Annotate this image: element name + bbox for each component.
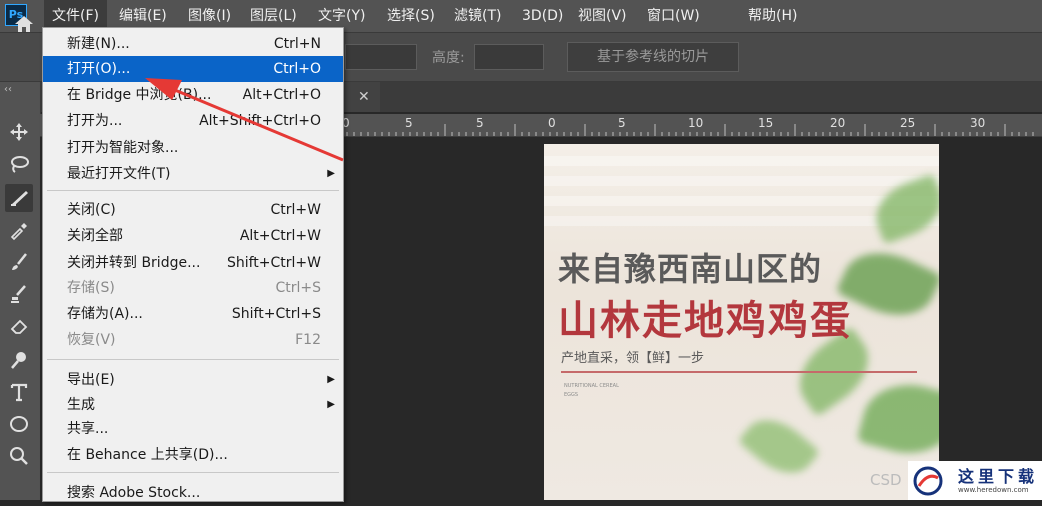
eraser-tool-icon[interactable] — [5, 312, 33, 340]
menu-item-save-as[interactable]: 存储为(A)... Shift+Ctrl+S — [43, 301, 343, 327]
menu-item-open-as-smart-object[interactable]: 打开为智能对象... — [43, 135, 343, 161]
menu-3d[interactable]: 3D(D) — [514, 0, 571, 32]
menu-item-new[interactable]: 新建(N)... Ctrl+N — [43, 31, 343, 57]
watermark-logo-icon — [913, 466, 943, 496]
type-tool-icon[interactable] — [5, 378, 33, 406]
menu-item-export[interactable]: 导出(E) ▶ — [43, 367, 343, 393]
menu-separator — [47, 359, 339, 360]
menu-separator — [47, 472, 339, 473]
submenu-arrow-icon: ▶ — [327, 399, 335, 410]
menu-item-close-all[interactable]: 关闭全部 Alt+Ctrl+W — [43, 223, 343, 249]
menu-item-generate[interactable]: 生成 ▶ — [43, 392, 343, 418]
submenu-arrow-icon: ▶ — [327, 168, 335, 179]
submenu-arrow-icon: ▶ — [327, 374, 335, 385]
zoom-tool-icon[interactable] — [5, 442, 33, 470]
collapse-panel-icon[interactable]: ‹‹ — [4, 84, 12, 95]
csdn-watermark: CSD — [870, 471, 902, 489]
ellipse-tool-icon[interactable] — [5, 410, 33, 438]
menu-view[interactable]: 视图(V) — [570, 0, 635, 32]
menu-item-open-as[interactable]: 打开为... Alt+Shift+Ctrl+O — [43, 108, 343, 134]
slices-from-guides-button[interactable]: 基于参考线的切片 — [567, 42, 739, 72]
menu-item-share-on-behance[interactable]: 在 Behance 上共享(D)... — [43, 442, 343, 468]
menu-item-browse-in-bridge[interactable]: 在 Bridge 中浏览(B)... Alt+Ctrl+O — [43, 82, 343, 108]
dodge-tool-icon[interactable] — [5, 346, 33, 374]
watermark-url: www.heredown.com — [958, 486, 1029, 494]
ruler-label: 10 — [688, 116, 703, 130]
height-input[interactable] — [474, 44, 544, 70]
eyedropper-tool-icon[interactable] — [5, 216, 33, 244]
menu-filter[interactable]: 滤镜(T) — [446, 0, 509, 32]
ruler-label: 5 — [405, 116, 413, 130]
poster-headline: 来自豫西南山区的 — [558, 250, 823, 288]
ruler-label: 30 — [970, 116, 985, 130]
menu-window[interactable]: 窗口(W) — [639, 0, 708, 32]
menu-item-share[interactable]: 共享... — [43, 416, 343, 442]
close-tab-icon[interactable]: ✕ — [358, 89, 370, 105]
ruler-label: 5 — [618, 116, 626, 130]
ruler-label: 25 — [900, 116, 915, 130]
file-menu-dropdown: 新建(N)... Ctrl+N 打开(O)... Ctrl+O 在 Bridge 中… — [42, 27, 344, 502]
poster-title: 山林走地鸡鸡蛋 — [558, 298, 852, 344]
poster-small-text: NUTRITIONAL CEREAL — [564, 383, 619, 389]
home-icon[interactable] — [12, 12, 36, 36]
height-label: 高度: — [432, 50, 465, 66]
width-input[interactable] — [345, 44, 417, 70]
watermark-title: 这里下载 — [958, 467, 1039, 486]
brush-tool-icon[interactable] — [5, 248, 33, 276]
lasso-tool-icon[interactable] — [5, 150, 33, 178]
menu-item-recent-files[interactable]: 最近打开文件(T) ▶ — [43, 161, 343, 187]
menu-help[interactable]: 帮助(H) — [740, 0, 805, 32]
menu-item-save[interactable]: 存储(S) Ctrl+S — [43, 275, 343, 301]
poster-divider — [561, 371, 917, 373]
move-tool-icon[interactable] — [5, 118, 33, 146]
menu-item-open[interactable]: 打开(O)... Ctrl+O — [43, 56, 343, 82]
ruler-label: 0 — [548, 116, 556, 130]
menu-separator — [47, 190, 339, 191]
menu-item-close-and-go-to-bridge[interactable]: 关闭并转到 Bridge... Shift+Ctrl+W — [43, 250, 343, 276]
poster-subtitle: 产地直采，领【鲜】一步 — [561, 351, 705, 366]
clone-stamp-tool-icon[interactable] — [5, 280, 33, 308]
ruler-label: 15 — [758, 116, 773, 130]
ruler-label: 20 — [830, 116, 845, 130]
poster-small-text: EGGS — [564, 392, 579, 398]
menu-select[interactable]: 选择(S) — [379, 0, 443, 32]
menu-item-revert[interactable]: 恢复(V) F12 — [43, 327, 343, 353]
menu-item-search-adobe-stock[interactable]: 搜索 Adobe Stock... — [43, 480, 343, 506]
ruler-label: 5 — [476, 116, 484, 130]
menu-item-close[interactable]: 关闭(C) Ctrl+W — [43, 197, 343, 223]
slice-tool-icon[interactable] — [5, 184, 33, 212]
